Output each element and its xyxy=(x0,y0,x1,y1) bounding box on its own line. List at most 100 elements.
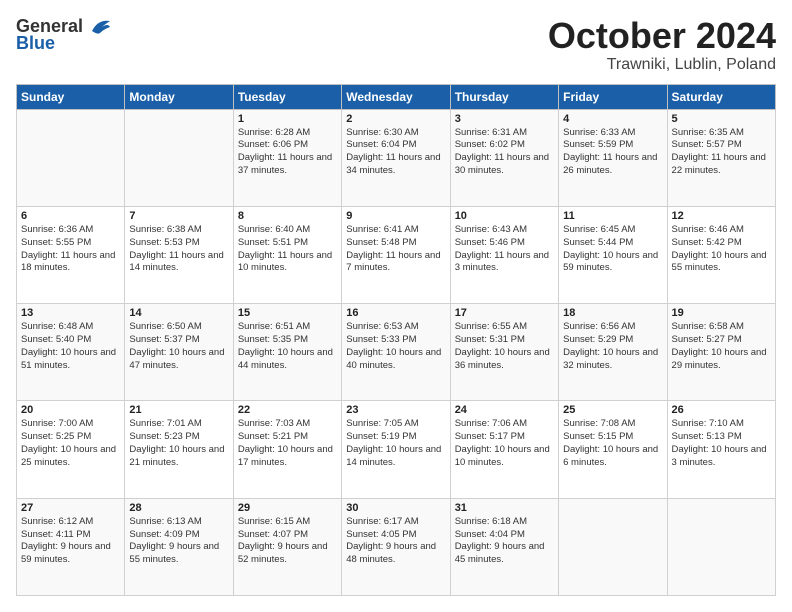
cell-content: Sunrise: 6:30 AM Sunset: 6:04 PM Dayligh… xyxy=(346,127,445,178)
day-number: 28 xyxy=(129,502,228,514)
cell-content: Sunrise: 6:18 AM Sunset: 4:04 PM Dayligh… xyxy=(455,516,554,567)
col-wednesday: Wednesday xyxy=(342,84,450,109)
table-row: 30Sunrise: 6:17 AM Sunset: 4:05 PM Dayli… xyxy=(342,498,450,595)
day-number: 31 xyxy=(455,502,554,514)
day-number: 18 xyxy=(563,307,662,319)
col-saturday: Saturday xyxy=(667,84,775,109)
location: Trawniki, Lublin, Poland xyxy=(548,56,776,74)
table-row: 29 Sunrise: 6:15 AM Sunset: 4:07 PM Dayli… xyxy=(233,498,341,595)
table-row: 23Sunrise: 7:05 AM Sunset: 5:19 PM Dayli… xyxy=(342,401,450,498)
cell-content: Sunrise: 6:46 AM Sunset: 5:42 PM Dayligh… xyxy=(672,224,771,275)
table-row: 9 Sunrise: 6:41 AM Sunset: 5:48 PM Daylig… xyxy=(342,206,450,303)
table-row: 27Sunrise: 6:12 AM Sunset: 4:11 PM Dayli… xyxy=(17,498,125,595)
col-tuesday: Tuesday xyxy=(233,84,341,109)
week-row-2: 6 Sunrise: 6:36 AM Sunset: 5:55 PM Daylig… xyxy=(17,206,776,303)
day-number: 12 xyxy=(672,210,771,222)
table-row: 25 Sunrise: 7:08 AM Sunset: 5:15 PM Dayli… xyxy=(559,401,667,498)
month-title: October 2024 xyxy=(548,16,776,56)
cell-content: Sunrise: 6:15 AM Sunset: 4:07 PM Dayligh… xyxy=(238,516,337,567)
table-row: 17 Sunrise: 6:55 AM Sunset: 5:31 PM Dayli… xyxy=(450,304,558,401)
table-row: 15 Sunrise: 6:51 AM Sunset: 5:35 PM Dayli… xyxy=(233,304,341,401)
cell-content: Sunrise: 6:36 AM Sunset: 5:55 PM Dayligh… xyxy=(21,224,120,275)
table-row: 2 Sunrise: 6:30 AM Sunset: 6:04 PM Daylig… xyxy=(342,109,450,206)
day-number: 10 xyxy=(455,210,554,222)
cell-content: Sunrise: 7:00 AM Sunset: 5:25 PM Dayligh… xyxy=(21,418,120,469)
table-row: 19 Sunrise: 6:58 AM Sunset: 5:27 PM Dayli… xyxy=(667,304,775,401)
day-number: 16 xyxy=(346,307,445,319)
day-number: 1 xyxy=(238,113,337,125)
col-thursday: Thursday xyxy=(450,84,558,109)
table-row: 6 Sunrise: 6:36 AM Sunset: 5:55 PM Daylig… xyxy=(17,206,125,303)
header: General Blue October 2024 Trawniki, Lubl… xyxy=(16,16,776,74)
table-row: 21Sunrise: 7:01 AM Sunset: 5:23 PM Dayli… xyxy=(125,401,233,498)
week-row-3: 13 Sunrise: 6:48 AM Sunset: 5:40 PM Dayli… xyxy=(17,304,776,401)
cell-content: Sunrise: 6:55 AM Sunset: 5:31 PM Dayligh… xyxy=(455,321,554,372)
table-row: 3 Sunrise: 6:31 AM Sunset: 6:02 PM Daylig… xyxy=(450,109,558,206)
cell-content: Sunrise: 6:50 AM Sunset: 5:37 PM Dayligh… xyxy=(129,321,228,372)
cell-content: Sunrise: 6:48 AM Sunset: 5:40 PM Dayligh… xyxy=(21,321,120,372)
cell-content: Sunrise: 6:51 AM Sunset: 5:35 PM Dayligh… xyxy=(238,321,337,372)
day-number: 5 xyxy=(672,113,771,125)
week-row-4: 20 Sunrise: 7:00 AM Sunset: 5:25 PM Dayli… xyxy=(17,401,776,498)
page: General Blue October 2024 Trawniki, Lubl… xyxy=(0,0,792,612)
cell-content: Sunrise: 7:05 AM Sunset: 5:19 PM Dayligh… xyxy=(346,418,445,469)
day-number: 2 xyxy=(346,113,445,125)
col-sunday: Sunday xyxy=(17,84,125,109)
cell-content: Sunrise: 7:08 AM Sunset: 5:15 PM Dayligh… xyxy=(563,418,662,469)
day-number: 6 xyxy=(21,210,120,222)
cell-content: Sunrise: 6:45 AM Sunset: 5:44 PM Dayligh… xyxy=(563,224,662,275)
cell-content: Sunrise: 6:56 AM Sunset: 5:29 PM Dayligh… xyxy=(563,321,662,372)
table-row: 31 Sunrise: 6:18 AM Sunset: 4:04 PM Dayli… xyxy=(450,498,558,595)
table-row: 22Sunrise: 7:03 AM Sunset: 5:21 PM Dayli… xyxy=(233,401,341,498)
day-number: 4 xyxy=(563,113,662,125)
cell-content: Sunrise: 6:58 AM Sunset: 5:27 PM Dayligh… xyxy=(672,321,771,372)
table-row xyxy=(559,498,667,595)
table-row: 1 Sunrise: 6:28 AM Sunset: 6:06 PM Daylig… xyxy=(233,109,341,206)
cell-content: Sunrise: 6:13 AM Sunset: 4:09 PM Dayligh… xyxy=(129,516,228,567)
table-row: 11Sunrise: 6:45 AM Sunset: 5:44 PM Dayli… xyxy=(559,206,667,303)
table-row: 16Sunrise: 6:53 AM Sunset: 5:33 PM Dayli… xyxy=(342,304,450,401)
table-row: 14Sunrise: 6:50 AM Sunset: 5:37 PM Dayli… xyxy=(125,304,233,401)
day-number: 25 xyxy=(563,404,662,416)
col-monday: Monday xyxy=(125,84,233,109)
cell-content: Sunrise: 7:01 AM Sunset: 5:23 PM Dayligh… xyxy=(129,418,228,469)
day-number: 30 xyxy=(346,502,445,514)
table-row: 7 Sunrise: 6:38 AM Sunset: 5:53 PM Daylig… xyxy=(125,206,233,303)
day-number: 3 xyxy=(455,113,554,125)
week-row-1: 1 Sunrise: 6:28 AM Sunset: 6:06 PM Daylig… xyxy=(17,109,776,206)
cell-content: Sunrise: 6:40 AM Sunset: 5:51 PM Dayligh… xyxy=(238,224,337,275)
logo-blue-text: Blue xyxy=(16,33,55,54)
table-row xyxy=(17,109,125,206)
table-row: 24 Sunrise: 7:06 AM Sunset: 5:17 PM Dayli… xyxy=(450,401,558,498)
cell-content: Sunrise: 6:43 AM Sunset: 5:46 PM Dayligh… xyxy=(455,224,554,275)
col-friday: Friday xyxy=(559,84,667,109)
cell-content: Sunrise: 7:06 AM Sunset: 5:17 PM Dayligh… xyxy=(455,418,554,469)
cell-content: Sunrise: 6:31 AM Sunset: 6:02 PM Dayligh… xyxy=(455,127,554,178)
day-number: 17 xyxy=(455,307,554,319)
day-number: 20 xyxy=(21,404,120,416)
table-row: 4Sunrise: 6:33 AM Sunset: 5:59 PM Daylig… xyxy=(559,109,667,206)
day-number: 13 xyxy=(21,307,120,319)
day-number: 8 xyxy=(238,210,337,222)
cell-content: Sunrise: 7:03 AM Sunset: 5:21 PM Dayligh… xyxy=(238,418,337,469)
day-number: 29 xyxy=(238,502,337,514)
table-row: 5Sunrise: 6:35 AM Sunset: 5:57 PM Daylig… xyxy=(667,109,775,206)
cell-content: Sunrise: 6:38 AM Sunset: 5:53 PM Dayligh… xyxy=(129,224,228,275)
table-row: 20 Sunrise: 7:00 AM Sunset: 5:25 PM Dayli… xyxy=(17,401,125,498)
day-number: 9 xyxy=(346,210,445,222)
table-row xyxy=(125,109,233,206)
day-number: 24 xyxy=(455,404,554,416)
table-row: 10 Sunrise: 6:43 AM Sunset: 5:46 PM Dayli… xyxy=(450,206,558,303)
day-number: 15 xyxy=(238,307,337,319)
cell-content: Sunrise: 6:41 AM Sunset: 5:48 PM Dayligh… xyxy=(346,224,445,275)
week-row-5: 27Sunrise: 6:12 AM Sunset: 4:11 PM Dayli… xyxy=(17,498,776,595)
day-number: 19 xyxy=(672,307,771,319)
cell-content: Sunrise: 6:28 AM Sunset: 6:06 PM Dayligh… xyxy=(238,127,337,178)
logo: General Blue xyxy=(16,16,112,54)
day-number: 7 xyxy=(129,210,228,222)
table-row: 18 Sunrise: 6:56 AM Sunset: 5:29 PM Dayli… xyxy=(559,304,667,401)
table-row: 26Sunrise: 7:10 AM Sunset: 5:13 PM Dayli… xyxy=(667,401,775,498)
header-row: Sunday Monday Tuesday Wednesday Thursday… xyxy=(17,84,776,109)
logo-bird-icon xyxy=(90,17,112,37)
title-area: October 2024 Trawniki, Lublin, Poland xyxy=(548,16,776,74)
